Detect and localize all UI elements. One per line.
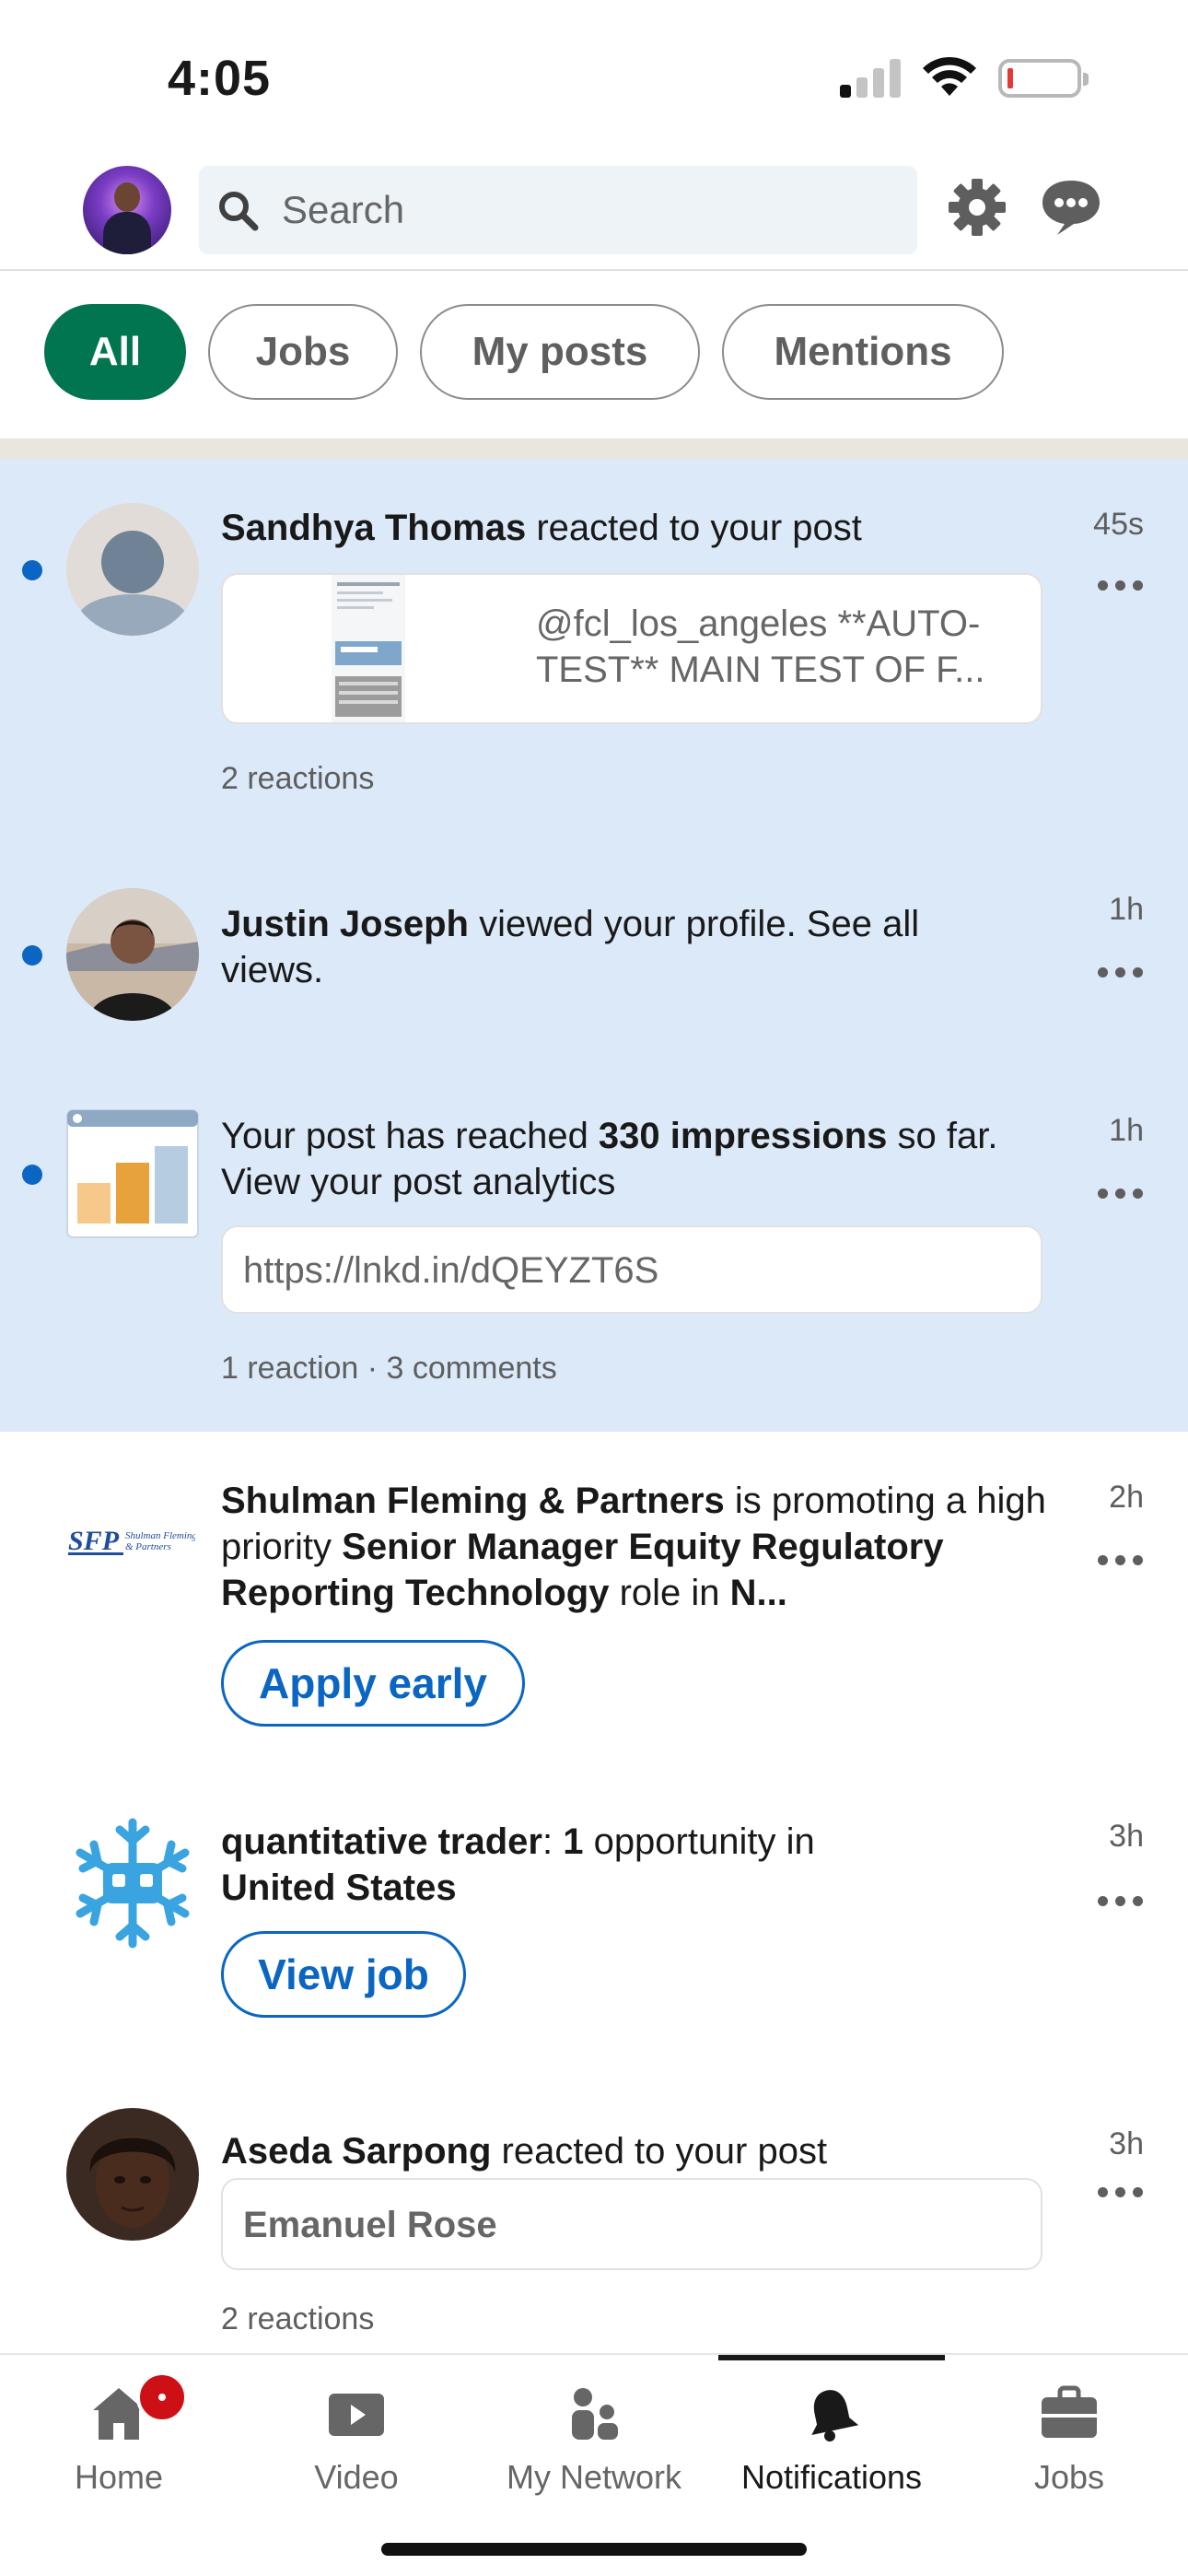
notification-item[interactable]: Sandhya Thomas reacted to your post 45s … [0,459,1188,855]
unread-dot [22,945,42,966]
analytics-chart-icon [66,1109,199,1238]
actor-name[interactable]: Shulman Fleming & Partners [221,1481,725,1521]
reaction-count[interactable]: 2 reactions [221,2301,374,2337]
notification-time: 1h [1109,892,1144,927]
profile-photo [66,2108,199,2241]
more-options-icon[interactable] [1098,1896,1144,1909]
battery-icon [998,59,1089,98]
default-person-icon [66,503,199,636]
notification-item[interactable]: Justin Joseph viewed your profile. See a… [0,855,1188,1058]
notification-time: 45s [1093,507,1144,542]
more-options-icon[interactable] [1098,2187,1144,2200]
bell-icon [811,2390,859,2441]
unread-dot [22,1165,42,1185]
post-link: https://lnkd.in/dQEYZT6S [243,1250,659,1291]
svg-text:Shulman Fleming: Shulman Fleming [125,1530,195,1541]
post-preview-card[interactable]: @fcl_los_angeles **AUTO-TEST** MAIN TEST… [221,573,1042,724]
nav-notifications[interactable]: Notifications [713,2355,950,2521]
nav-jobs[interactable]: Jobs [950,2355,1188,2521]
post-snippet: @fcl_los_angeles **AUTO-TEST** MAIN TEST… [536,603,985,690]
settings-gear-icon[interactable] [947,177,1007,238]
post-thumbnail [332,575,405,722]
svg-text:SFP: SFP [68,1526,120,1556]
home-indicator [381,2543,807,2556]
notification-item[interactable]: SFP Shulman Fleming & Partners Shulman F… [0,1432,1188,1773]
filter-chip-mentions[interactable]: Mentions [722,304,1004,400]
filter-chip-my-posts[interactable]: My posts [420,304,700,400]
filter-chip-jobs[interactable]: Jobs [208,304,398,400]
status-time: 4:05 [168,51,272,106]
my-network-icon [572,2388,618,2440]
actor-name[interactable]: Aseda Sarpong [221,2131,491,2172]
notification-badge [136,2371,188,2423]
notification-text: quantitative trader: 1 opportunity in Un… [221,1821,815,1908]
notification-time: 2h [1109,1480,1144,1515]
engagement-count[interactable]: 1 reaction · 3 comments [221,1351,557,1387]
unread-dot [22,560,42,580]
notification-filters: All Jobs My posts Mentions [0,273,1188,439]
actor-name[interactable]: Justin Joseph [221,904,469,944]
reaction-count[interactable]: 2 reactions [221,761,374,797]
notification-time: 1h [1109,1113,1144,1148]
avatar[interactable] [66,503,199,636]
more-options-icon[interactable] [1098,580,1144,593]
notification-time: 3h [1109,2126,1144,2161]
notification-text: Your post has reached 330 impressions so… [221,1116,998,1202]
nav-video[interactable]: Video [238,2355,475,2521]
avatar[interactable] [66,888,199,1021]
job-alert-snowflake-icon [76,1818,190,1949]
more-options-icon[interactable] [1098,1188,1144,1201]
more-options-icon[interactable] [1098,967,1144,980]
svg-text:& Partners: & Partners [125,1541,171,1552]
status-bar: 4:05 [0,0,1188,147]
nav-home[interactable]: Home [0,2355,238,2521]
messaging-icon[interactable] [1039,177,1103,238]
job-search-query: quantitative trader [221,1821,542,1862]
apply-early-button[interactable]: Apply early [221,1640,525,1727]
nav-my-network[interactable]: My Network [475,2355,713,2521]
search-bar[interactable] [199,166,917,254]
avatar[interactable] [66,2108,199,2241]
company-logo: SFP Shulman Fleming & Partners [68,1526,195,1556]
notification-time: 3h [1109,1819,1144,1854]
search-input[interactable] [282,166,890,254]
post-preview-card[interactable]: Emanuel Rose [221,2178,1042,2270]
more-options-icon[interactable] [1098,1555,1144,1568]
notification-text: Sandhya Thomas reacted to your post [221,508,862,548]
wifi-icon [923,56,976,96]
cellular-signal-icon [840,59,904,98]
section-divider [0,439,1188,459]
profile-photo [66,888,199,1021]
search-icon [219,192,259,231]
notification-text: Shulman Fleming & Partners is promoting … [221,1481,1046,1613]
top-bar [0,157,1188,271]
notification-text: Justin Joseph viewed your profile. See a… [221,904,920,990]
notification-item[interactable]: quantitative trader: 1 opportunity in Un… [0,1773,1188,2099]
post-snippet: Emanuel Rose [243,2205,497,2245]
view-job-button[interactable]: View job [221,1931,466,2018]
notification-item[interactable]: Aseda Sarpong reacted to your post 3h Em… [0,2099,1188,2353]
notification-item[interactable]: Your post has reached 330 impressions so… [0,1076,1188,1432]
notification-text: Aseda Sarpong reacted to your post [221,2131,828,2172]
briefcase-icon [1042,2385,1097,2438]
post-link-card[interactable]: https://lnkd.in/dQEYZT6S [221,1225,1042,1314]
actor-name[interactable]: Sandhya Thomas [221,508,526,548]
profile-avatar-button[interactable] [83,166,171,254]
video-icon [329,2394,384,2436]
filter-chip-all[interactable]: All [44,304,186,400]
